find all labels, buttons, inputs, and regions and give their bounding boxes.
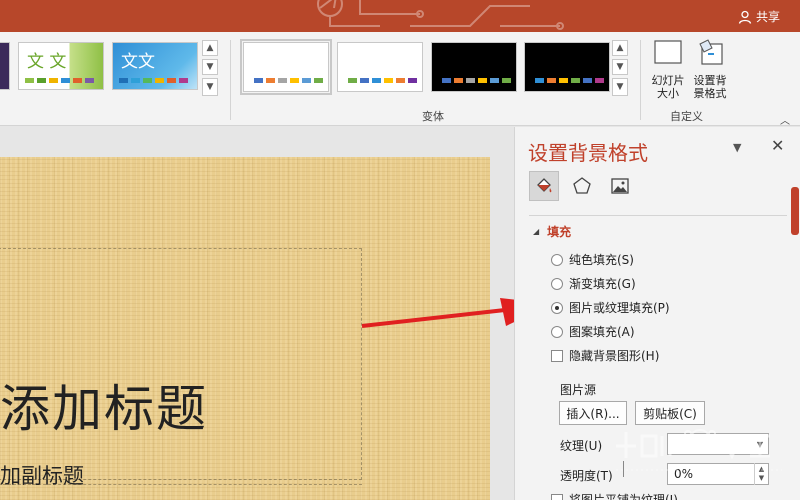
chevron-down-icon: ▼ <box>616 62 624 72</box>
variants-scroll-down-button[interactable]: ▼ <box>612 59 628 75</box>
title-placeholder[interactable] <box>0 248 362 480</box>
transparency-label: 透明度(T) <box>560 469 613 483</box>
variants-group-label: 变体 <box>422 110 444 123</box>
tab-effects[interactable] <box>567 171 597 201</box>
variant-swatches <box>535 78 604 83</box>
pattern-fill-option[interactable]: 图案填充(A) <box>551 323 635 340</box>
pane-close-button[interactable]: ✕ <box>771 136 784 155</box>
theme-thumbnail-dark[interactable] <box>0 42 10 90</box>
chevron-up-icon: ︿ <box>780 116 790 127</box>
circuit-decoration <box>317 0 564 30</box>
chevron-up-icon: ▲ <box>206 43 214 53</box>
themes-more-button[interactable]: ▼ <box>202 78 218 96</box>
texture-label: 纹理(U) <box>560 439 603 453</box>
radio-button-selected[interactable] <box>551 301 563 314</box>
customize-group-label: 自定义 <box>670 110 703 123</box>
checkbox[interactable] <box>551 493 563 500</box>
ribbon-separator <box>640 40 641 120</box>
tab-fill[interactable] <box>529 171 559 201</box>
variant-swatches <box>348 78 417 83</box>
theme-swatches <box>119 78 188 83</box>
collapse-ribbon-button[interactable]: ︿ <box>780 112 790 127</box>
variant-swatches <box>442 78 511 83</box>
variant-thumbnail-3[interactable] <box>431 42 517 92</box>
variant-thumbnail-4[interactable] <box>524 42 610 92</box>
chevron-down-icon: ▼ <box>206 62 214 72</box>
slide-size-label: 幻灯片 大小 <box>651 74 685 100</box>
variant-swatches <box>254 78 323 83</box>
variant-thumbnail-1[interactable] <box>240 39 332 95</box>
tile-as-texture-option[interactable]: 将图片平铺为纹理(I) <box>551 491 678 500</box>
checkbox[interactable] <box>551 349 563 362</box>
close-icon: ✕ <box>771 136 785 155</box>
picture-texture-fill-option[interactable]: 图片或纹理填充(P) <box>551 299 670 316</box>
option-label: 图片或纹理填充(P) <box>569 301 670 315</box>
option-label: 纯色填充(S) <box>569 253 634 267</box>
pane-scrollbar[interactable] <box>791 187 799 235</box>
variants-scroll-up-button[interactable]: ▲ <box>612 40 628 56</box>
format-background-icon <box>699 39 723 65</box>
gradient-fill-option[interactable]: 渐变填充(G) <box>551 275 636 292</box>
hide-background-graphics-option[interactable]: 隐藏背景图形(H) <box>551 347 659 364</box>
radio-button[interactable] <box>551 325 563 338</box>
slide-size-icon <box>654 40 682 64</box>
themes-scroll-down-button[interactable]: ▼ <box>202 59 218 75</box>
variant-thumbnail-2[interactable] <box>337 42 423 92</box>
option-label: 将图片平铺为纹理(I) <box>569 493 678 500</box>
picture-source-heading: 图片源 <box>560 383 597 397</box>
pane-tabs <box>529 171 635 201</box>
format-background-button[interactable]: 设置背 景格式 <box>689 38 731 100</box>
baidu-watermark-logo <box>616 429 782 471</box>
theme-sample-text: 文 文 <box>27 52 67 72</box>
slide-subtitle[interactable]: 加副标题 <box>0 460 84 490</box>
person-icon <box>738 10 752 24</box>
ribbon: 文 文 文文 ▲ ▼ ▼ ▲ ▼ ▼ 变体 幻灯片 大小 设置背 景格式 自定义… <box>0 32 800 127</box>
solid-fill-option[interactable]: 纯色填充(S) <box>551 251 634 268</box>
fill-section-header[interactable]: ◢ 填充 <box>533 223 571 240</box>
slide-size-button[interactable]: 幻灯片 大小 <box>647 38 689 100</box>
collapse-triangle-icon: ◢ <box>533 227 540 236</box>
pentagon-icon <box>573 177 591 194</box>
pane-options-dropdown[interactable]: ▼ <box>733 141 741 154</box>
slide-title[interactable]: 添加标题 <box>0 369 208 441</box>
option-label: 隐藏背景图形(H) <box>569 349 660 363</box>
radio-button[interactable] <box>551 277 563 290</box>
chevron-up-icon: ▲ <box>616 43 624 53</box>
pane-divider <box>529 215 787 216</box>
radio-button[interactable] <box>551 253 563 266</box>
more-icon: ▼ <box>616 82 624 92</box>
theme-sample-text: 文文 <box>121 52 155 72</box>
option-label: 渐变填充(G) <box>569 277 636 291</box>
variants-more-button[interactable]: ▼ <box>612 78 628 96</box>
theme-thumbnail-green[interactable]: 文 文 <box>18 42 104 90</box>
themes-scroll-up-button[interactable]: ▲ <box>202 40 218 56</box>
tab-picture[interactable] <box>605 171 635 201</box>
theme-thumbnail-blue[interactable]: 文文 <box>112 42 198 90</box>
paint-bucket-icon <box>537 178 552 193</box>
more-icon: ▼ <box>206 82 214 92</box>
share-button[interactable]: 共享 <box>738 8 780 25</box>
pane-title: 设置背景格式 <box>528 141 648 165</box>
ribbon-separator <box>230 40 231 120</box>
format-background-label: 设置背 景格式 <box>693 74 727 100</box>
title-bar: 共享 <box>0 0 800 32</box>
option-label: 图案填充(A) <box>569 325 635 339</box>
picture-icon <box>611 178 629 194</box>
theme-swatches <box>25 78 94 83</box>
share-label: 共享 <box>755 10 780 24</box>
fill-section-label: 填充 <box>547 225 572 239</box>
caret-down-icon: ▼ <box>733 141 742 154</box>
